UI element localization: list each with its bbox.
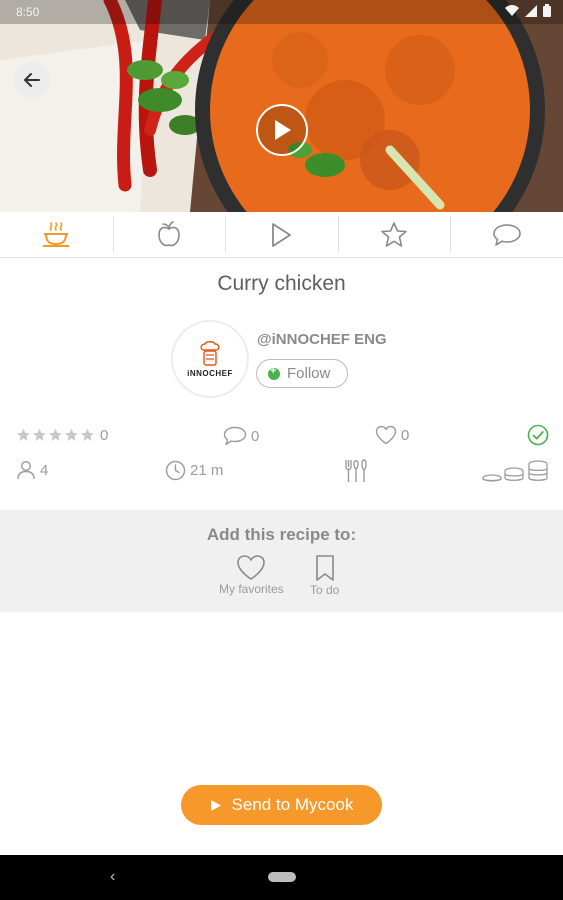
- add-to-todo-button[interactable]: To do: [310, 554, 339, 597]
- tab-comments[interactable]: [450, 212, 563, 257]
- author-name[interactable]: @iNNOCHEF ENG: [257, 331, 387, 348]
- system-navigation-bar: ‹: [0, 855, 563, 900]
- comments-count: 0: [251, 427, 260, 445]
- recipe-title: Curry chicken: [217, 272, 346, 295]
- play-icon: [275, 120, 291, 140]
- author-logo-text: iNNOCHEF: [187, 368, 233, 378]
- add-recipe-section: Add this recipe to: My favorites To do: [0, 510, 563, 612]
- author-avatar[interactable]: iNNOCHEF: [171, 320, 249, 398]
- send-button-label: Send to Mycook: [231, 795, 354, 814]
- signal-icon: [525, 4, 537, 17]
- play-video-button[interactable]: [256, 104, 308, 156]
- plus-icon: [268, 365, 280, 380]
- wifi-icon: [505, 4, 519, 16]
- rating-stat[interactable]: 0: [16, 427, 108, 444]
- rating-value: 0: [100, 427, 109, 444]
- tab-video[interactable]: [225, 212, 338, 257]
- send-to-mycook-button[interactable]: Send to Mycook: [181, 785, 382, 825]
- clock-icon: [165, 460, 186, 481]
- favorites-label: My favorites: [219, 582, 284, 596]
- tab-ingredients[interactable]: [112, 212, 226, 257]
- coins-icon: [482, 460, 548, 482]
- add-recipe-title: Add this recipe to:: [206, 525, 357, 544]
- back-button[interactable]: [14, 62, 50, 98]
- star-icon: [381, 222, 407, 247]
- play-icon: [272, 222, 292, 247]
- nav-home-button[interactable]: [268, 872, 296, 882]
- tab-ratings[interactable]: [337, 212, 451, 257]
- recipe-hero-image: 8:50: [0, 0, 563, 212]
- todo-label: To do: [310, 583, 340, 597]
- add-to-favorites-button[interactable]: My favorites: [219, 554, 284, 596]
- cost-stat: [482, 459, 550, 483]
- cooking-pot-icon: [43, 221, 70, 247]
- utensils-stat: [344, 459, 370, 483]
- nav-back-icon[interactable]: ‹: [110, 868, 115, 886]
- time-stat: 21 m: [165, 460, 223, 481]
- comments-stat[interactable]: 0: [223, 426, 259, 446]
- servings-stat: 4: [16, 460, 48, 480]
- cook-time: 21 m: [190, 462, 224, 479]
- likes-count: 0: [401, 426, 410, 444]
- apple-icon: [158, 220, 180, 246]
- heart-icon: [375, 425, 397, 445]
- star-rating: [16, 428, 96, 443]
- comment-icon: [492, 223, 521, 246]
- arrow-left-icon: [24, 73, 40, 87]
- status-bar: 8:50: [0, 0, 563, 24]
- chef-logo-icon: [200, 340, 220, 366]
- heart-icon: [237, 555, 266, 580]
- follow-button[interactable]: Follow: [256, 359, 348, 388]
- servings-count: 4: [40, 461, 49, 479]
- likes-stat[interactable]: 0: [375, 425, 409, 445]
- verified-stat: [527, 424, 549, 446]
- cutlery-icon: [345, 459, 367, 482]
- status-time: 8:50: [16, 5, 40, 19]
- comment-icon: [223, 426, 247, 446]
- stars-icon: [17, 428, 94, 441]
- check-circle-icon: [527, 424, 549, 446]
- play-icon: [210, 799, 221, 811]
- follow-label: Follow: [287, 365, 331, 382]
- tab-recipe[interactable]: [0, 212, 113, 257]
- battery-icon: [543, 4, 551, 17]
- bookmark-icon: [315, 555, 334, 581]
- person-icon: [17, 460, 35, 480]
- status-icons: [505, 4, 551, 17]
- recipe-tabs: [0, 212, 563, 258]
